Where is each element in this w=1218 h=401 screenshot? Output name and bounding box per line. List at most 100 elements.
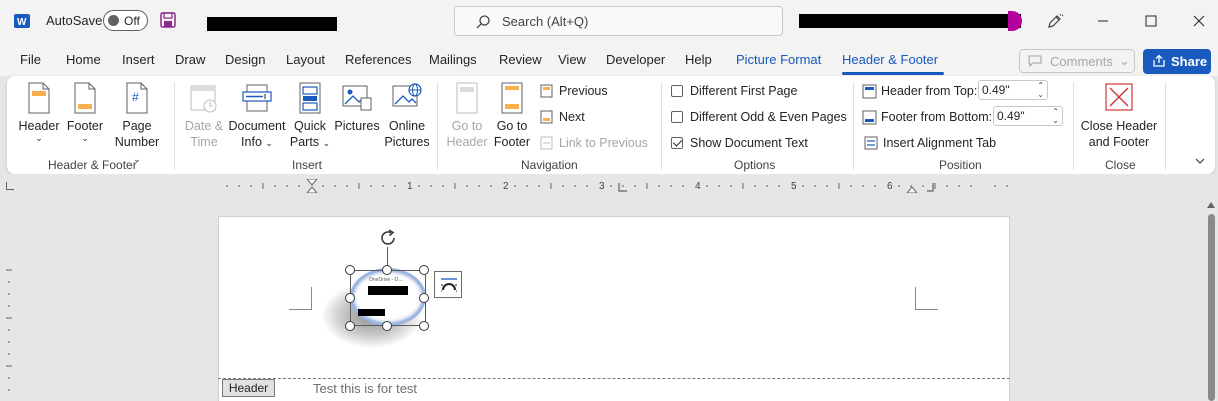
different-first-page-checkbox[interactable]: Different First Page [671,84,851,100]
resize-handle-s[interactable] [382,321,392,331]
close-header-label-2: and Footer [1088,135,1150,149]
tab-design[interactable]: Design [225,52,265,67]
date-time-button[interactable]: Date & Time [181,82,227,150]
save-icon[interactable] [160,12,176,28]
chevron-down-icon: ⌄ [1119,53,1130,68]
tab-review[interactable]: Review [499,52,542,67]
resize-handle-nw[interactable] [345,265,355,275]
account-name-redacted [799,14,1021,28]
chevron-down-icon: ⌄ [265,138,273,148]
previous-button[interactable]: Previous [540,84,660,100]
tab-draw[interactable]: Draw [175,52,205,67]
search-placeholder: Search (Alt+Q) [502,14,589,29]
layout-options-icon [441,278,457,292]
tab-insert[interactable]: Insert [122,52,155,67]
spinner-arrows-icon[interactable]: ⌃ ⌄ [1052,107,1059,125]
date-time-label-2: Time [190,135,218,149]
chevron-down-icon[interactable] [1194,155,1206,167]
footer-button[interactable]: Footer ⌄ [63,82,107,143]
comments-label: Comments [1050,54,1113,69]
resize-handle-sw[interactable] [345,321,355,331]
page-number-icon: # [126,82,148,114]
group-label-close: Close [1105,158,1136,172]
autosave-toggle[interactable]: Off [103,10,148,31]
margin-corner-left [289,287,312,310]
maximize-icon[interactable] [1138,8,1164,34]
quick-parts-button[interactable]: Quick Parts ⌄ [289,82,331,151]
tab-developer[interactable]: Developer [606,52,665,67]
header-boundary [218,378,1010,379]
vertical-scrollbar[interactable] [1204,198,1218,401]
ruler-number: 5 [791,181,797,192]
footer-from-bottom-value: 0.49" [997,109,1025,123]
share-label: Share [1171,54,1208,69]
horizontal-ruler[interactable]: 1 2 3 4 5 6 [0,174,1218,198]
page-number-button[interactable]: # Page Number ⌄ [111,82,163,167]
svg-text:W: W [17,17,27,28]
rotate-handle-icon[interactable] [377,227,399,249]
footer-from-bottom-input[interactable]: 0.49" ⌃ ⌄ [993,106,1063,126]
avatar[interactable] [1008,11,1022,31]
pictures-icon [342,85,372,111]
tab-file[interactable]: File [20,52,41,67]
comments-button[interactable]: Comments ⌄ [1019,49,1135,73]
comment-icon [1028,55,1042,67]
link-to-previous-button[interactable]: Link to Previous [540,136,660,152]
word-logo-icon: W [14,14,30,28]
header-icon [28,82,50,114]
go-to-header-label-1: Go to [451,119,483,133]
scrollbar-thumb[interactable] [1208,214,1215,401]
right-indent-marker[interactable] [906,186,918,193]
resize-handle-w[interactable] [345,293,355,303]
tab-help[interactable]: Help [685,52,712,67]
tab-header-footer[interactable]: Header & Footer [842,52,938,67]
first-line-indent-marker[interactable] [306,179,318,186]
group-separator [174,82,175,170]
resize-handle-ne[interactable] [419,265,429,275]
header-from-top-input[interactable]: 0.49" ⌃ ⌄ [978,80,1048,100]
close-icon[interactable] [1186,8,1212,34]
tab-layout[interactable]: Layout [286,52,325,67]
right-tab-marker[interactable] [927,183,934,192]
close-header-footer-icon [1105,83,1133,111]
header-text[interactable]: Test this is for test [313,381,417,396]
tab-mailings[interactable]: Mailings [429,52,477,67]
minimize-icon[interactable] [1090,8,1116,34]
alignment-tab-icon [864,136,878,150]
share-button[interactable]: Share [1143,49,1211,74]
close-header-footer-button[interactable]: Close Header and Footer [1079,82,1159,150]
link-to-previous-label: Link to Previous [559,136,648,150]
resize-handle-e[interactable] [419,293,429,303]
tab-selector[interactable] [6,182,14,190]
tab-references[interactable]: References [345,52,411,67]
autosave-label: AutoSave [46,13,103,28]
spinner-arrows-icon[interactable]: ⌃ ⌄ [1037,81,1044,99]
go-to-header-button[interactable]: Go to Header [445,82,489,150]
pictures-button[interactable]: Pictures [333,82,381,134]
footer-icon [74,82,96,114]
document-info-button[interactable]: Document Info ⌄ [227,82,287,151]
tab-view[interactable]: View [558,52,586,67]
hanging-indent-marker[interactable] [306,186,318,193]
insert-alignment-tab-button[interactable]: Insert Alignment Tab [864,136,1004,152]
tab-picture-format[interactable]: Picture Format [736,52,821,67]
layout-options-button[interactable] [434,271,462,298]
pen-icon[interactable] [1046,12,1064,30]
resize-handle-n[interactable] [382,265,392,275]
search-box[interactable]: Search (Alt+Q) [454,6,783,36]
different-odd-even-checkbox[interactable]: Different Odd & Even Pages [671,110,851,126]
scroll-up-arrow-icon[interactable] [1207,202,1215,208]
chevron-down-icon: ⌄ [81,133,89,143]
group-separator [437,82,438,170]
resize-handle-se[interactable] [419,321,429,331]
go-to-footer-button[interactable]: Go to Footer [489,82,535,150]
share-icon [1153,54,1165,67]
header-button[interactable]: Header ⌄ [15,82,63,143]
online-pictures-button[interactable]: Online Pictures [381,82,433,150]
tab-home[interactable]: Home [66,52,101,67]
next-button[interactable]: Next [540,110,660,126]
ribbon: Header ⌄ Footer ⌄ # Page Number ⌄ Header… [7,76,1215,174]
vertical-ruler[interactable] [4,262,14,401]
group-separator [853,82,854,170]
show-document-text-checkbox[interactable]: Show Document Text [671,136,851,152]
